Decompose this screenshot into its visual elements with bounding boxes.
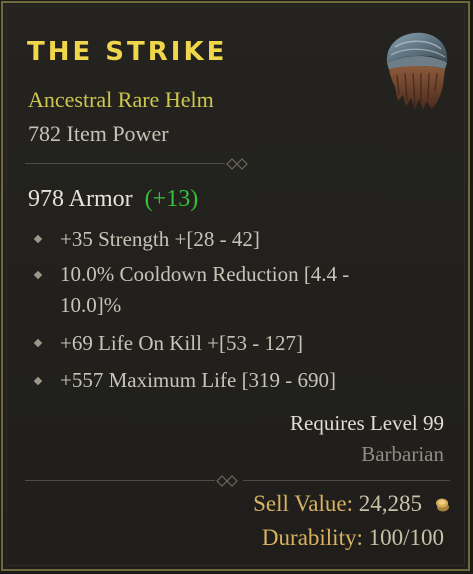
affix-text: +69 Life On Kill +[53 - 127] <box>60 331 303 355</box>
level-requirement: Requires Level 99 <box>290 411 444 435</box>
affix-line: 10.0% Cooldown Reduction [4.4 - 10.0]% <box>60 259 349 321</box>
item-rarity-type: Ancestral Rare Helm <box>28 87 214 112</box>
item-power: 782 Item Power <box>28 121 169 146</box>
sell-value-label: Sell Value: <box>253 491 353 516</box>
divider-top <box>25 158 450 170</box>
class-requirement: Barbarian <box>361 442 444 466</box>
diamond-bullet-icon <box>33 234 43 244</box>
durability-label: Durability: <box>261 525 363 550</box>
helm-icon <box>386 32 448 110</box>
diamond-bullet-icon <box>33 376 43 386</box>
item-name: THE STRIKE <box>27 37 228 67</box>
affix-line: +35 Strength +[28 - 42] <box>60 224 260 255</box>
affix-text-cont: 10.0]% <box>60 293 122 317</box>
gold-coin-icon <box>436 498 449 512</box>
item-tooltip: THE STRIKE Ancestral Rare Helm 782 Item … <box>1 1 470 571</box>
durability: Durability: 100/100 <box>262 525 444 551</box>
affix-line: +69 Life On Kill +[53 - 127] <box>60 328 303 359</box>
armor-bonus: (+13) <box>144 186 199 212</box>
armor-stat: 978 Armor (+13) <box>28 186 198 213</box>
sell-value-amount: 24,285 <box>358 491 422 516</box>
sell-value: Sell Value: 24,285 <box>253 491 422 517</box>
affix-text: +35 Strength +[28 - 42] <box>60 227 260 251</box>
affix-line: +557 Maximum Life [319 - 690] <box>60 365 336 396</box>
armor-value: 978 Armor <box>28 186 133 212</box>
durability-value: 100/100 <box>368 525 444 550</box>
affix-text: 10.0% Cooldown Reduction [4.4 - <box>60 262 350 286</box>
affix-text: +557 Maximum Life [319 - 690] <box>60 368 337 392</box>
diamond-bullet-icon <box>33 338 43 348</box>
diamond-bullet-icon <box>33 270 43 280</box>
divider-bottom <box>25 475 450 487</box>
